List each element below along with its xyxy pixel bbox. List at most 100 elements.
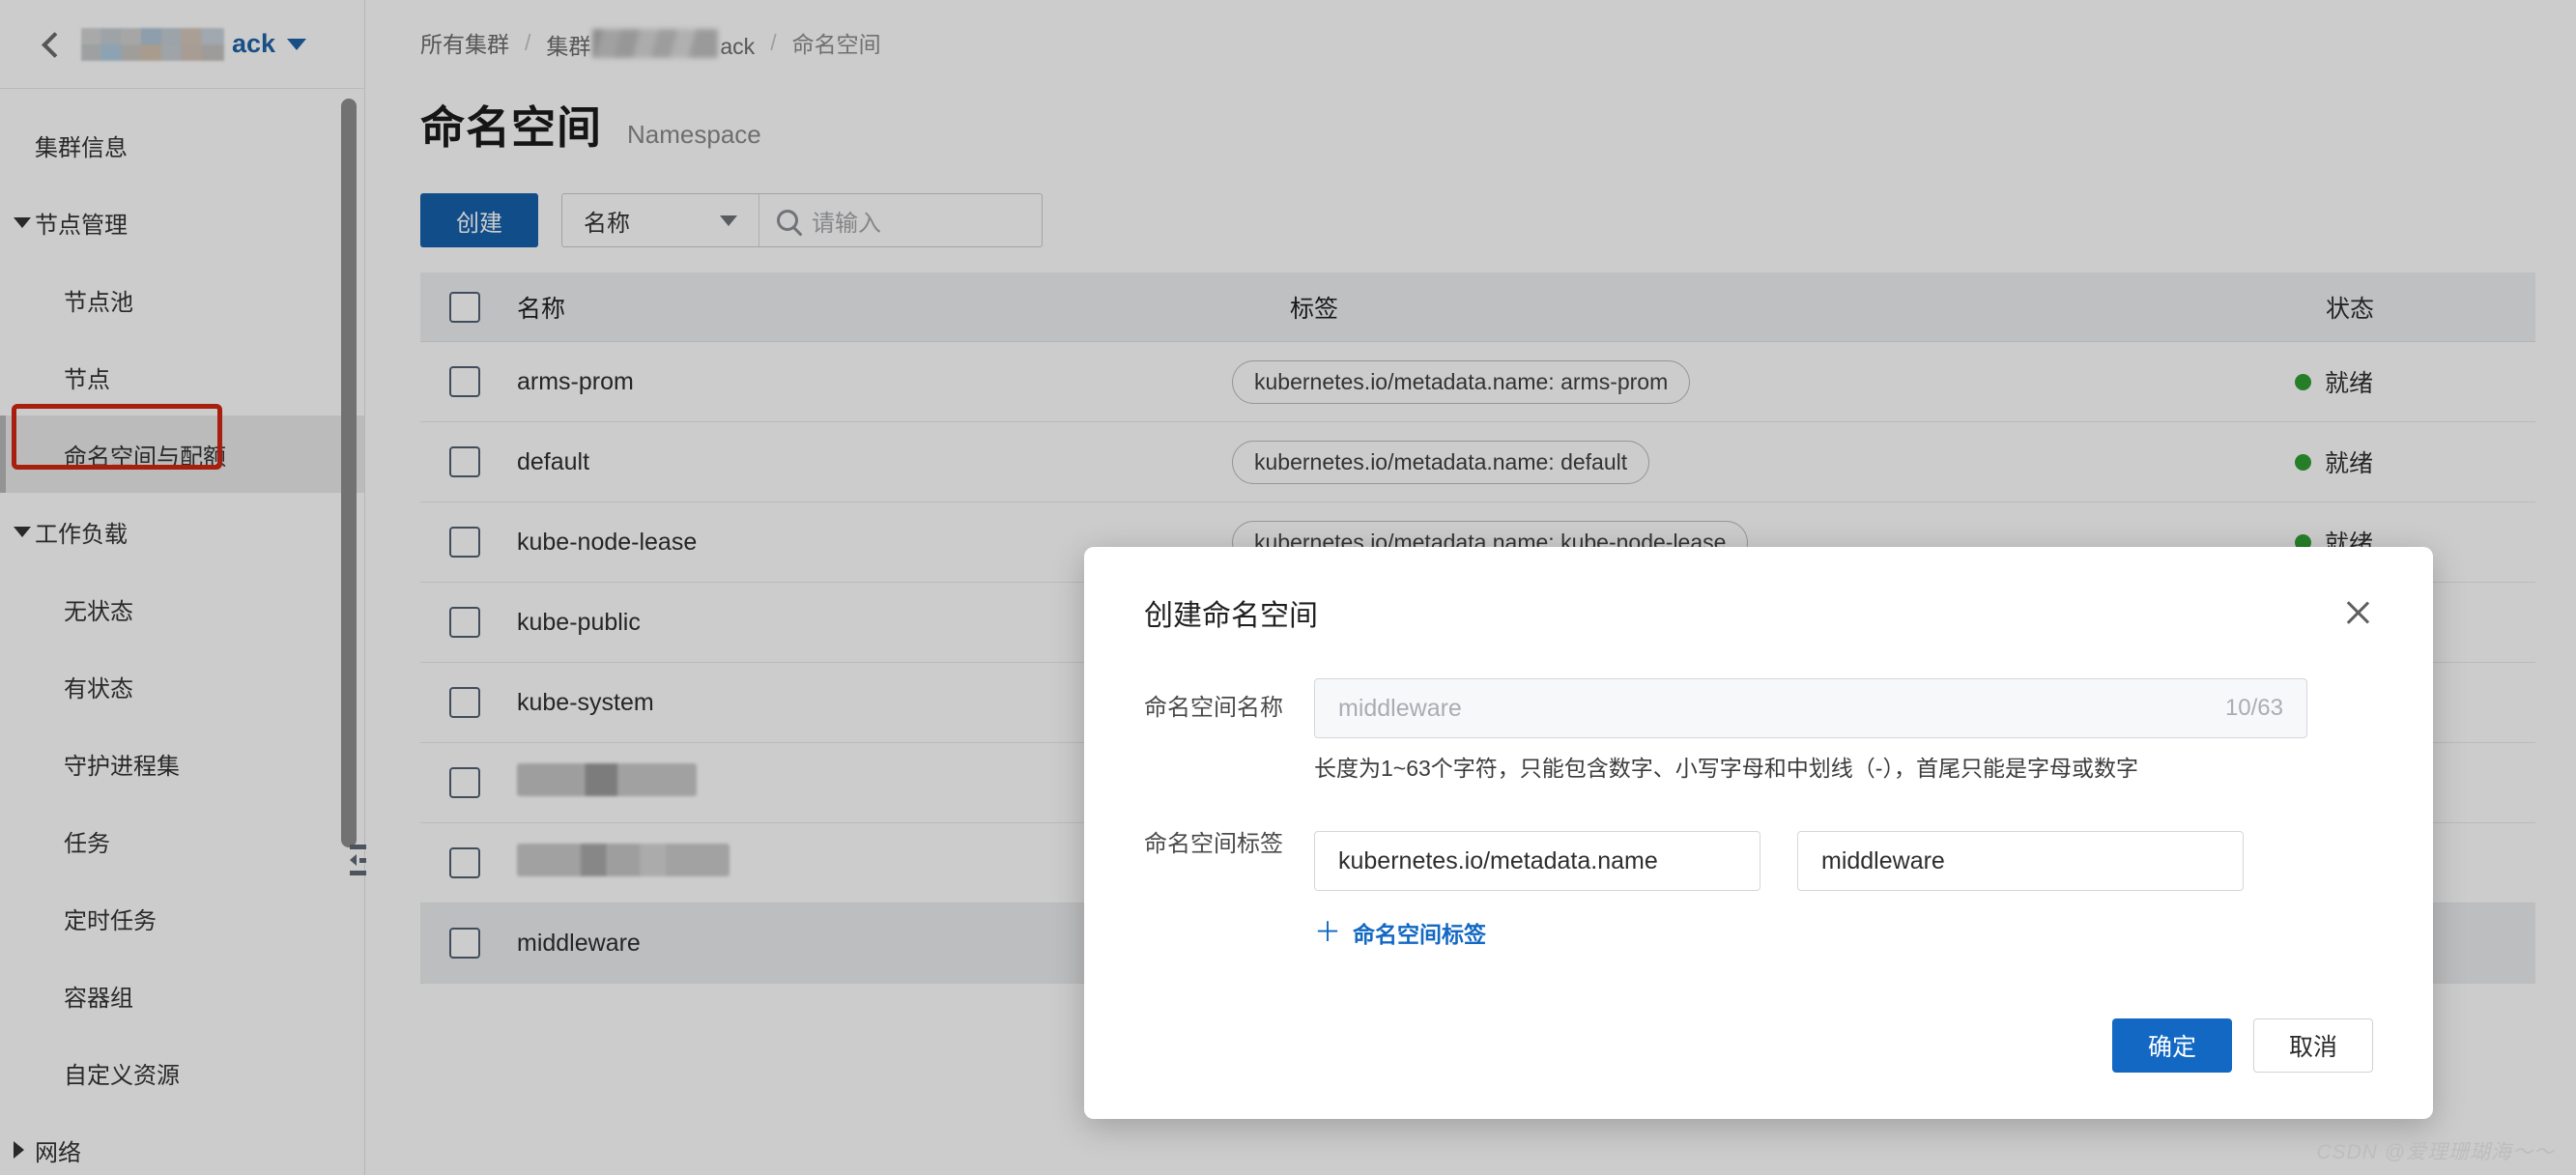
cancel-button[interactable]: 取消 (2253, 1018, 2373, 1073)
row-name[interactable]: arms-prom (517, 368, 1232, 396)
select-all-cell (420, 291, 517, 323)
breadcrumb-separator: / (525, 29, 531, 55)
sidebar-group-workload[interactable]: 工作负载 (0, 493, 364, 570)
row-select-cell (420, 607, 517, 638)
sidebar-group-node-management[interactable]: 节点管理 (0, 184, 364, 261)
dialog-footer: 确定 取消 (2112, 1018, 2373, 1073)
sidebar-item-pod[interactable]: 容器组 (0, 957, 364, 1034)
label-chip: kubernetes.io/metadata.name: arms-prom (1232, 359, 1691, 404)
sidebar-item-label: 集群信息 (35, 134, 128, 161)
confirm-button[interactable]: 确定 (2112, 1018, 2232, 1073)
breadcrumb-item-all-clusters[interactable]: 所有集群 (420, 26, 509, 59)
namespace-labels-label: 命名空间标签 (1144, 831, 1283, 857)
sidebar-item-node[interactable]: 节点 (0, 338, 364, 416)
sidebar-item-label: 自定义资源 (64, 1062, 180, 1089)
breadcrumb-item-cluster[interactable]: 集群 ack (546, 25, 755, 61)
cluster-tag-label: ack (232, 29, 276, 58)
row-checkbox[interactable] (449, 446, 480, 477)
sidebar-item-label: 工作负载 (35, 521, 128, 548)
add-namespace-label-button[interactable]: ＋ 命名空间标签 (1314, 916, 1486, 949)
page-subtitle: Namespace (627, 120, 761, 149)
status-dot-icon (2295, 373, 2311, 390)
triangle-down-icon (14, 216, 31, 228)
dialog-body: 命名空间名称 middleware 10/63 长度为1~63个字符，只能包含数… (1084, 634, 2433, 949)
search-placeholder: 请输入 (812, 210, 881, 237)
sidebar-scrollbar[interactable] (341, 99, 357, 847)
row-status-text: 就绪 (2325, 450, 2374, 477)
breadcrumb-separator: / (770, 29, 777, 55)
row-select-cell (420, 847, 517, 878)
redacted-name (517, 843, 730, 876)
namespace-labels-field-row: 命名空间标签 kubernetes.io/metadata.name middl… (1144, 798, 2373, 949)
namespace-name-control: middleware 10/63 长度为1~63个字符，只能包含数字、小写字母和… (1314, 678, 2373, 783)
label-key-value-row: kubernetes.io/metadata.name middleware (1314, 831, 2373, 891)
row-checkbox[interactable] (449, 366, 480, 397)
char-counter: 10/63 (2224, 695, 2283, 721)
breadcrumb-cluster-redacted (592, 28, 719, 58)
label-value-input[interactable]: middleware (1797, 831, 2244, 891)
search-input[interactable]: 请输入 (759, 194, 1042, 246)
row-labels: kubernetes.io/metadata.name: arms-prom (1232, 359, 2295, 404)
row-checkbox[interactable] (449, 928, 480, 959)
sidebar-item-label: 定时任务 (64, 907, 157, 934)
breadcrumb-item-namespace: 命名空间 (791, 32, 881, 57)
table-row[interactable]: default kubernetes.io/metadata.name: def… (420, 422, 2535, 502)
row-checkbox[interactable] (449, 607, 480, 638)
select-all-checkbox[interactable] (449, 291, 480, 323)
triangle-right-icon (14, 1141, 24, 1159)
sidebar-item-job[interactable]: 任务 (0, 802, 364, 879)
chevron-down-icon (720, 215, 737, 226)
namespace-labels-control: kubernetes.io/metadata.name middleware ＋… (1314, 798, 2373, 949)
sidebar-menu: 集群信息 节点管理 节点池 节点 命名空间与配额 工作负载 无状态 有状态 守护… (0, 89, 364, 1175)
row-name[interactable]: default (517, 448, 1232, 476)
sidebar-item-label: 节点管理 (35, 212, 128, 239)
filter-field-select[interactable]: 名称 (562, 194, 759, 246)
row-checkbox[interactable] (449, 847, 480, 878)
toolbar: 创建 名称 请输入 (420, 193, 2576, 247)
row-select-cell (420, 446, 517, 477)
column-header-labels[interactable]: 标签 (1232, 290, 2295, 325)
sidebar: ack 集群信息 节点管理 节点池 节点 命名空间与配额 工作负载 无状态 有状… (0, 0, 375, 1175)
page-title: 命名空间 (420, 102, 602, 153)
cluster-selector[interactable]: ack (81, 27, 307, 61)
filter-field-value: 名称 (584, 210, 630, 237)
column-header-name[interactable]: 名称 (517, 290, 1232, 325)
sidebar-item-custom-resource[interactable]: 自定义资源 (0, 1034, 364, 1111)
chevron-down-icon[interactable] (287, 38, 307, 50)
label-key-input[interactable]: kubernetes.io/metadata.name (1314, 831, 1760, 891)
table-header-row: 名称 标签 状态 (420, 272, 2535, 342)
chevron-left-icon[interactable] (39, 32, 64, 57)
sidebar-item-namespace-quota[interactable]: 命名空间与配额 (0, 416, 364, 493)
row-checkbox[interactable] (449, 527, 480, 558)
row-select-cell (420, 366, 517, 397)
sidebar-item-label: 容器组 (64, 985, 133, 1012)
triangle-down-icon (14, 526, 31, 537)
sidebar-item-label: 有状态 (64, 675, 133, 702)
breadcrumb-cluster-label: 集群 (546, 33, 591, 59)
row-checkbox[interactable] (449, 687, 480, 718)
cluster-name-redacted (81, 27, 224, 61)
sidebar-item-stateless[interactable]: 无状态 (0, 570, 364, 647)
sidebar-item-node-pool[interactable]: 节点池 (0, 261, 364, 338)
column-header-status[interactable]: 状态 (2295, 290, 2535, 325)
sidebar-header: ack (0, 0, 364, 89)
add-label-text: 命名空间标签 (1353, 922, 1487, 947)
create-button[interactable]: 创建 (420, 193, 538, 247)
table-row[interactable]: arms-prom kubernetes.io/metadata.name: a… (420, 342, 2535, 422)
sidebar-item-daemonset[interactable]: 守护进程集 (0, 725, 364, 802)
sidebar-item-stateful[interactable]: 有状态 (0, 647, 364, 725)
row-status: 就绪 (2295, 444, 2535, 479)
watermark: CSDN @爱理珊瑚海～～ (2316, 1141, 2555, 1163)
row-checkbox[interactable] (449, 767, 480, 798)
sidebar-item-cronjob[interactable]: 定时任务 (0, 879, 364, 957)
breadcrumb: 所有集群 / 集群 ack / 命名空间 (420, 0, 2576, 68)
sidebar-item-cluster-info[interactable]: 集群信息 (0, 106, 364, 184)
row-status: 就绪 (2295, 364, 2535, 399)
sidebar-group-network[interactable]: 网络 (0, 1111, 364, 1175)
namespace-name-input[interactable]: middleware 10/63 (1314, 678, 2307, 738)
row-select-cell (420, 527, 517, 558)
namespace-name-field-row: 命名空间名称 middleware 10/63 长度为1~63个字符，只能包含数… (1144, 678, 2373, 783)
create-namespace-dialog: 创建命名空间 命名空间名称 middleware 10/63 长度为1~63个字… (1084, 547, 2433, 1119)
label-chip: kubernetes.io/metadata.name: default (1232, 440, 1650, 484)
close-icon[interactable] (2340, 596, 2373, 629)
